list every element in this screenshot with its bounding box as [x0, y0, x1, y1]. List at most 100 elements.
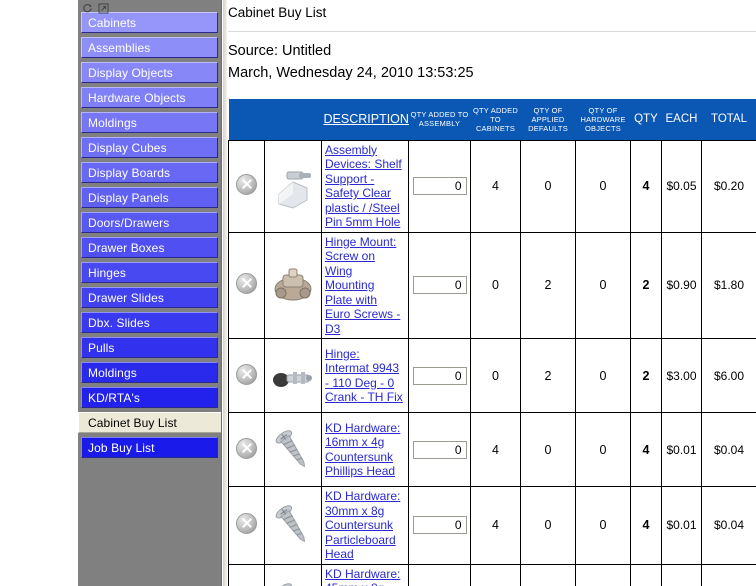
sidebar-item-drawer-boxes[interactable]: Drawer Boxes: [81, 237, 218, 258]
description-link[interactable]: KD Hardware: 45mm x 8g Countersunk Parti…: [325, 567, 405, 586]
row-each: $0.05: [661, 139, 702, 233]
qty-added-input[interactable]: [412, 516, 467, 535]
row-qty: 19: [630, 563, 662, 586]
sidebar-item-pulls[interactable]: Pulls: [81, 337, 218, 358]
row-qty-added-cabinets: 0: [470, 231, 521, 339]
sidebar-toolbar: [78, 0, 221, 13]
row-delete-cell: [228, 338, 265, 413]
table-header-row: DESCRIPTION QTY ADDED TO ASSEMBLY QTY AD…: [228, 99, 756, 140]
delete-row-icon[interactable]: [236, 273, 257, 295]
row-qty-input-cell: [408, 412, 471, 487]
sidebar-item-dbx-slides[interactable]: Dbx. Slides: [81, 312, 218, 333]
sidebar-item-label: Drawer Boxes: [88, 240, 165, 255]
sidebar-item-job-buy-list[interactable]: Job Buy List: [81, 437, 218, 458]
row-description-cell: KD Hardware: 16mm x 4g Countersunk Phill…: [321, 412, 409, 487]
sidebar-item-label: KD/RTA's: [88, 390, 140, 405]
buy-list-table: DESCRIPTION QTY ADDED TO ASSEMBLY QTY AD…: [228, 99, 756, 586]
description-link[interactable]: Hinge Mount: Screw on Wing Mounting Plat…: [325, 235, 405, 337]
row-qty: 2: [630, 338, 662, 413]
row-total: $0.19: [701, 563, 756, 586]
description-link[interactable]: KD Hardware: 16mm x 4g Countersunk Phill…: [325, 421, 405, 479]
description-link[interactable]: Assembly Devices: Shelf Support - Safety…: [325, 143, 405, 230]
row-delete-cell: [228, 486, 265, 565]
row-total: $0.04: [701, 412, 756, 487]
hinge-mount-thumb: [268, 259, 318, 311]
header-qty-added-cabinets: QTY ADDED TO CABINETS: [470, 99, 521, 140]
refresh-icon[interactable]: [82, 1, 93, 12]
row-qty-added-cabinets: 4: [470, 412, 521, 487]
sidebar-item-drawer-slides[interactable]: Drawer Slides: [81, 287, 218, 308]
sidebar-item-label: Moldings: [88, 365, 137, 380]
row-qty-applied-defaults: 2: [520, 231, 576, 339]
sidebar-item-display-panels[interactable]: Display Panels: [81, 187, 218, 208]
row-qty: 4: [630, 139, 662, 233]
row-qty-added-cabinets: 4: [470, 139, 521, 233]
qty-added-input[interactable]: [412, 276, 467, 295]
row-qty-input-cell: [408, 139, 471, 233]
sidebar-item-cabinet-buy-list[interactable]: Cabinet Buy List: [78, 412, 221, 433]
row-delete-cell: [228, 231, 265, 339]
header-each: EACH: [661, 99, 702, 140]
table-body: Assembly Devices: Shelf Support - Safety…: [228, 139, 756, 586]
table-row: KD Hardware: 45mm x 8g Countersunk Parti…: [228, 563, 756, 586]
header-qty-added-assembly: QTY ADDED TO ASSEMBLY: [408, 99, 471, 140]
sidebar-item-label: Drawer Slides: [88, 290, 164, 305]
delete-row-icon[interactable]: [236, 437, 257, 459]
sidebar-item-list: Cabinets Assemblies Display Objects Hardwar…: [78, 12, 221, 458]
delete-row-icon[interactable]: [236, 174, 257, 195]
row-each: $3.00: [661, 338, 702, 413]
row-qty-applied-defaults: 0: [520, 412, 576, 487]
delete-row-icon[interactable]: [236, 363, 257, 385]
description-link[interactable]: Hinge: Intermat 9943 - 110 Deg - 0 Crank…: [325, 347, 405, 405]
row-qty-applied-defaults: 0: [520, 486, 576, 565]
qty-added-input[interactable]: [412, 366, 467, 385]
header-qty: QTY: [630, 99, 662, 140]
sidebar-item-hardware-objects[interactable]: Hardware Objects: [81, 87, 218, 108]
qty-added-input[interactable]: [412, 440, 467, 459]
row-each: $0.01: [661, 563, 702, 586]
row-description-cell: Hinge: Intermat 9943 - 110 Deg - 0 Crank…: [321, 338, 409, 413]
row-thumbnail-cell: [264, 486, 322, 565]
row-qty-input-cell: [408, 338, 471, 413]
main-content: Cabinet Buy List Source: Untitled March,…: [223, 0, 756, 586]
sidebar-item-label: Display Panels: [88, 190, 169, 205]
row-qty-applied-defaults: 0: [520, 139, 576, 233]
table-row: KD Hardware: 16mm x 4g Countersunk Phill…: [228, 412, 756, 487]
sidebar-item-label: Display Objects: [88, 65, 173, 80]
row-each: $0.90: [661, 231, 702, 339]
sidebar-item-moldings[interactable]: Moldings: [81, 112, 218, 133]
sidebar-item-display-cubes[interactable]: Display Cubes: [81, 137, 218, 158]
sidebar-item-display-objects[interactable]: Display Objects: [81, 62, 218, 83]
qty-added-input[interactable]: [412, 177, 467, 195]
sidebar-item-doors-drawers[interactable]: Doors/Drawers: [81, 212, 218, 233]
table-row: Assembly Devices: Shelf Support - Safety…: [228, 139, 756, 233]
popout-icon[interactable]: [98, 1, 109, 13]
sidebar-item-label: Job Buy List: [88, 440, 155, 455]
sidebar-item-assemblies[interactable]: Assemblies: [81, 37, 218, 58]
sidebar-item-hinges[interactable]: Hinges: [81, 262, 218, 283]
sidebar-item-label: Moldings: [88, 115, 137, 130]
sidebar-item-moldings[interactable]: Moldings: [81, 362, 218, 383]
title-divider: [228, 31, 756, 32]
page-title: Cabinet Buy List: [228, 5, 327, 20]
screw-thumb: [268, 499, 318, 551]
description-link[interactable]: KD Hardware: 30mm x 8g Countersunk Parti…: [325, 489, 405, 562]
sidebar-item-kd-rta-s[interactable]: KD/RTA's: [81, 387, 218, 408]
row-qty-input-cell: [408, 563, 471, 586]
row-qty-applied-defaults: 19: [520, 563, 576, 586]
row-thumbnail-cell: [264, 412, 322, 487]
row-qty-hardware-objects: 0: [575, 338, 631, 413]
sidebar-item-label: Dbx. Slides: [88, 315, 150, 330]
sidebar-item-display-boards[interactable]: Display Boards: [81, 162, 218, 183]
sidebar-panel: Cabinets Assemblies Display Objects Hardwar…: [78, 0, 222, 586]
sidebar-item-label: Cabinets: [88, 15, 137, 30]
screw-thumb: [268, 577, 318, 586]
header-total: TOTAL: [701, 99, 756, 140]
row-delete-cell: [228, 139, 265, 233]
sidebar-item-label: Display Boards: [88, 165, 171, 180]
sidebar-item-label: Display Cubes: [88, 140, 167, 155]
sidebar-item-cabinets[interactable]: Cabinets: [81, 12, 218, 33]
row-qty-hardware-objects: 0: [575, 563, 631, 586]
header-description[interactable]: DESCRIPTION: [321, 99, 409, 140]
delete-row-icon[interactable]: [236, 513, 257, 535]
